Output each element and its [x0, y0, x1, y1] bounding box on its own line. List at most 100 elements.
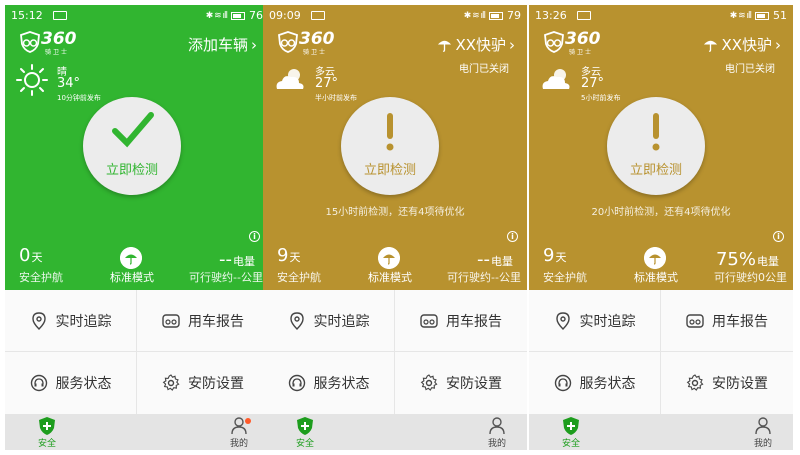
tab-mine[interactable]: 我的: [733, 414, 793, 450]
battery-stat-value: --: [219, 249, 232, 270]
shield-logo-icon: [20, 31, 40, 53]
phone-screen: 09:09 ✱ ≋ ıll 79 360 骑卫士 XX快驴 › 电门已关闭 多云…: [263, 5, 527, 450]
vehicle-name: XX快驴: [455, 36, 506, 54]
chevron-right-icon: ›: [509, 35, 515, 54]
umbrella-icon: [438, 40, 452, 52]
vehicle-selector[interactable]: XX快驴 ›: [703, 34, 781, 55]
menu-label: 服务状态: [579, 376, 636, 392]
gear-icon: [162, 374, 180, 391]
shield-logo-icon: [278, 31, 298, 53]
battery-level: 76: [249, 9, 263, 22]
gear-icon: [420, 374, 438, 391]
menu-security-settings[interactable]: 安防设置: [395, 352, 527, 414]
weather-published: 半小时前发布: [315, 94, 357, 102]
safe-days-value: 9: [277, 245, 289, 266]
shield-plus-icon: [39, 417, 55, 435]
menu-service-status[interactable]: 服务状态: [263, 352, 395, 414]
battery-level: 79: [507, 9, 521, 22]
app-logo: 360 骑卫士: [19, 29, 77, 56]
signal-icon: ✱ ≋ ıll: [729, 10, 752, 21]
status-time: 09:09: [269, 9, 301, 22]
user-icon: [489, 417, 505, 435]
battery-icon: [755, 11, 769, 20]
mode-label[interactable]: 标准模式: [361, 269, 419, 285]
status-bar: 09:09 ✱ ≋ ıll 79: [263, 5, 527, 25]
tab-safety[interactable]: 安全: [17, 414, 77, 450]
battery-stat-value: --: [477, 249, 490, 270]
battery-level: 51: [773, 9, 787, 22]
bottom-tab-bar: 安全 我的: [5, 414, 269, 450]
battery-stat-unit: 电量: [757, 255, 779, 268]
range-label: 可行驶约--公里: [189, 271, 263, 284]
bottom-tab-bar: 安全 我的: [529, 414, 793, 450]
notification-dot: [245, 418, 251, 424]
tab-label: 我的: [487, 439, 506, 449]
tab-label: 安全: [37, 439, 56, 449]
battery-stat-unit: 电量: [233, 255, 255, 268]
menu-service-status[interactable]: 服务状态: [529, 352, 661, 414]
safe-days: 9天: [277, 245, 300, 266]
menu-realtime-tracking[interactable]: 实时追踪: [263, 290, 395, 352]
bike-report-icon: [162, 313, 180, 328]
app-logo: 360 骑卫士: [277, 29, 335, 56]
menu-realtime-tracking[interactable]: 实时追踪: [5, 290, 137, 352]
mode-umbrella-icon[interactable]: [644, 247, 666, 269]
logo-subtitle: 骑卫士: [45, 49, 70, 56]
bike-report-icon: [420, 313, 438, 328]
phone-screen: 13:26 ✱ ≋ ıll 51 360 骑卫士 XX快驴 › 电门已关闭 多云…: [529, 5, 793, 450]
status-bar: 15:12 ✱ ≋ ıll 76: [5, 5, 269, 25]
safe-days: 9天: [543, 245, 566, 266]
menu-label: 服务状态: [313, 376, 370, 392]
status-bar: 13:26 ✱ ≋ ıll 51: [529, 5, 793, 25]
check-now-label: 立即检测: [363, 163, 416, 178]
menu-label: 服务状态: [55, 376, 112, 392]
logo-text: 360: [41, 29, 77, 49]
menu-usage-report[interactable]: 用车报告: [137, 290, 269, 352]
safe-days-label: 安全护航: [19, 271, 63, 284]
tab-safety[interactable]: 安全: [541, 414, 601, 450]
vehicle-selector[interactable]: 添加车辆 ›: [188, 34, 257, 55]
check-now-button[interactable]: 立即检测: [83, 97, 181, 195]
menu-label: 安防设置: [446, 376, 502, 392]
weather-published: 10分钟前发布: [57, 94, 101, 102]
battery-icon: [489, 11, 503, 20]
check-now-button[interactable]: 立即检测: [341, 97, 439, 195]
info-icon[interactable]: i: [249, 231, 260, 242]
tab-safety[interactable]: 安全: [275, 414, 335, 450]
menu-usage-report[interactable]: 用车报告: [661, 290, 793, 352]
location-pin-icon: [289, 311, 304, 330]
mode-label[interactable]: 标准模式: [627, 269, 685, 285]
shield-plus-icon: [297, 417, 313, 435]
mode-umbrella-icon[interactable]: [378, 247, 400, 269]
headset-icon: [554, 374, 571, 392]
menu-label: 实时追踪: [313, 313, 370, 330]
menu-usage-report[interactable]: 用车报告: [395, 290, 527, 352]
mode-label[interactable]: 标准模式: [103, 269, 161, 285]
info-icon[interactable]: i: [507, 231, 518, 242]
check-now-label: 立即检测: [105, 163, 158, 178]
menu-realtime-tracking[interactable]: 实时追踪: [529, 290, 661, 352]
menu-security-settings[interactable]: 安防设置: [137, 352, 269, 414]
logo-text: 360: [299, 29, 335, 49]
location-pin-icon: [31, 311, 46, 330]
feature-menu: 实时追踪 用车报告 服务状态 安防设置: [529, 290, 793, 414]
umbrella-icon: [704, 40, 718, 52]
check-now-button[interactable]: 立即检测: [607, 97, 705, 195]
tab-mine[interactable]: 我的: [467, 414, 527, 450]
gear-icon: [686, 374, 704, 391]
vehicle-selector[interactable]: XX快驴 ›: [437, 34, 515, 55]
mode-umbrella-icon[interactable]: [120, 247, 142, 269]
menu-security-settings[interactable]: 安防设置: [661, 352, 793, 414]
signal-icon: ✱ ≋ ıll: [463, 10, 486, 21]
feature-menu: 实时追踪 用车报告 服务状态 安防设置: [5, 290, 269, 414]
image-notification-icon: [311, 11, 325, 20]
menu-label: 用车报告: [712, 313, 768, 330]
menu-service-status[interactable]: 服务状态: [5, 352, 137, 414]
menu-label: 安防设置: [188, 376, 244, 392]
battery-stat-value: 75%: [715, 249, 756, 270]
battery-stat: --电量: [219, 249, 255, 270]
tab-mine[interactable]: 我的: [209, 414, 269, 450]
weather-published: 5小时前发布: [581, 94, 621, 102]
menu-label: 用车报告: [188, 313, 244, 330]
info-icon[interactable]: i: [773, 231, 784, 242]
